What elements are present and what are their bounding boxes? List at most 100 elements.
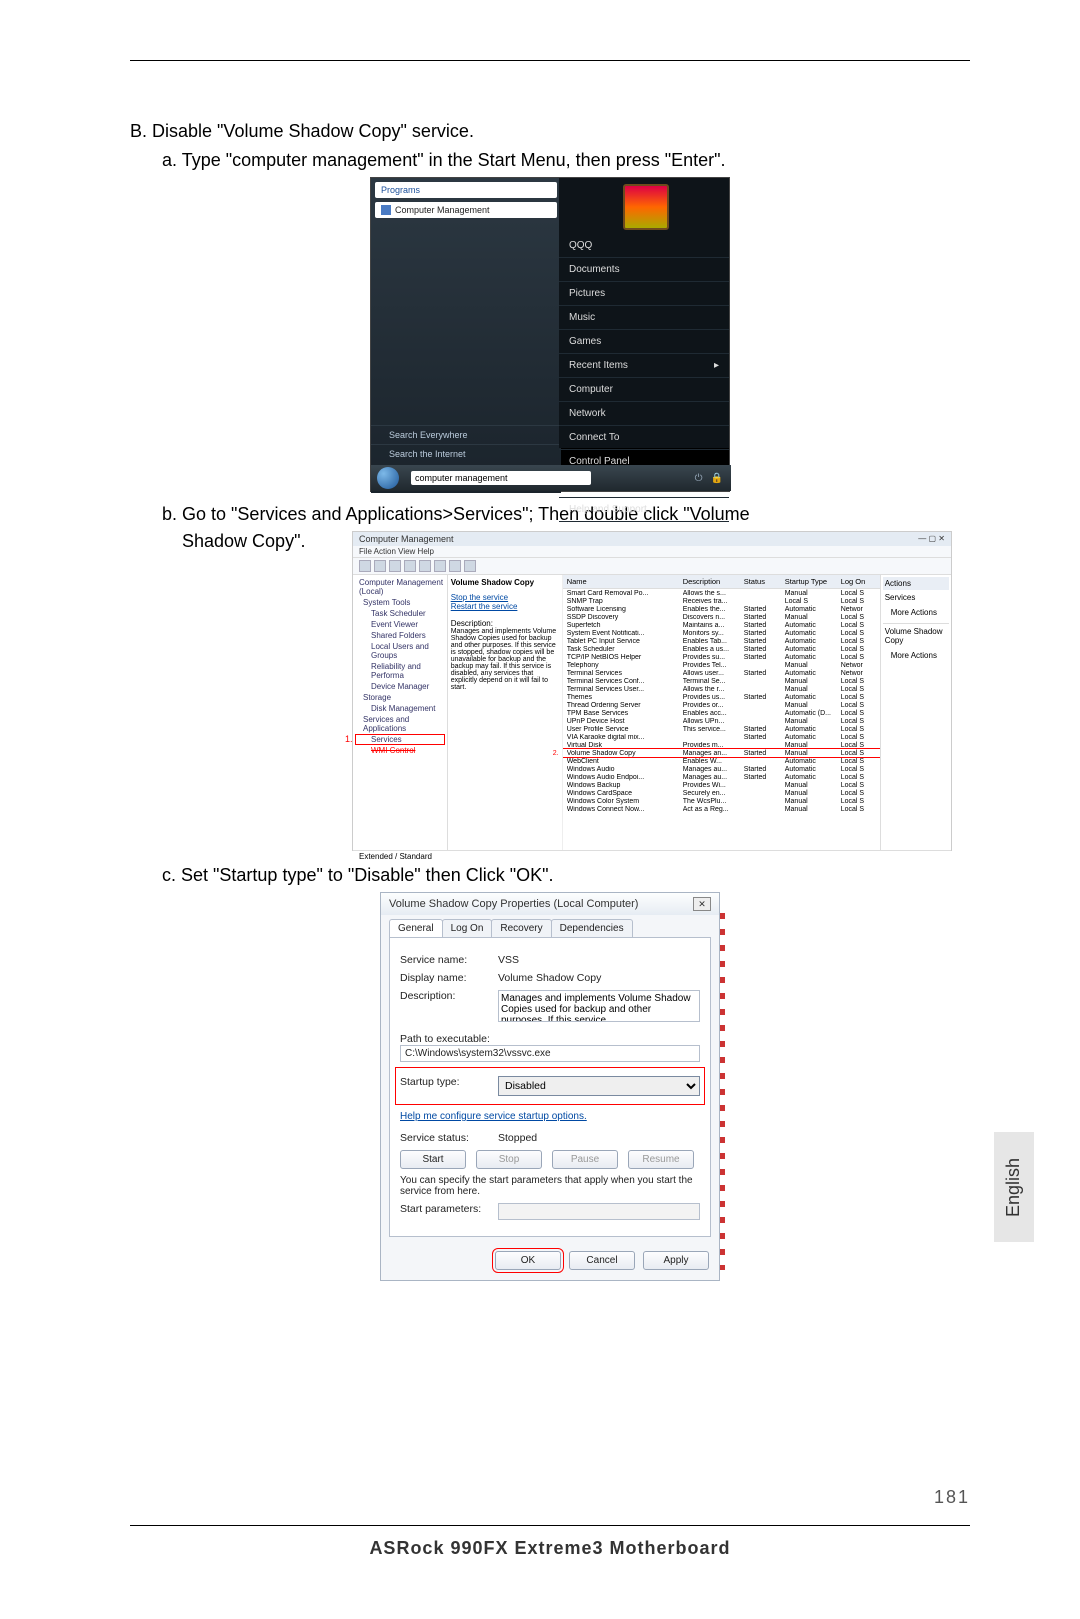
actions-item[interactable]: Services bbox=[883, 590, 949, 605]
footer-title: ASRock 990FX Extreme3 Motherboard bbox=[130, 1538, 970, 1559]
service-row[interactable]: User Profile ServiceThis service...Start… bbox=[563, 725, 880, 733]
tree-item[interactable]: Event Viewer bbox=[355, 619, 445, 630]
start-orb-icon[interactable] bbox=[377, 467, 399, 489]
cm-toolbar[interactable] bbox=[353, 558, 951, 575]
tree-item[interactable]: Device Manager bbox=[355, 681, 445, 692]
services-header[interactable]: Name Description Status Startup Type Log… bbox=[563, 575, 880, 589]
service-row[interactable]: Windows AudioManages au...StartedAutomat… bbox=[563, 765, 880, 773]
service-row[interactable]: Thread Ordering ServerProvides or...Manu… bbox=[563, 701, 880, 709]
service-row[interactable]: UPnP Device HostAllows UPn...ManualLocal… bbox=[563, 717, 880, 725]
right-item[interactable]: Music bbox=[559, 306, 729, 330]
cm-tree[interactable]: Computer Management (Local) System Tools… bbox=[353, 575, 448, 850]
stop-service-link[interactable]: Stop the service bbox=[451, 593, 559, 602]
right-item[interactable]: Computer bbox=[559, 378, 729, 402]
tree-services[interactable]: Services bbox=[371, 735, 402, 744]
stop-button: Stop bbox=[476, 1150, 542, 1169]
tab-dependencies[interactable]: Dependencies bbox=[551, 919, 633, 937]
tree-item[interactable]: Local Users and Groups bbox=[355, 641, 445, 661]
tree-item[interactable]: Storage bbox=[355, 692, 445, 703]
tree-item[interactable]: Disk Management bbox=[355, 703, 445, 714]
service-row[interactable]: SNMP TrapReceives tra...Local SLocal S bbox=[563, 597, 880, 605]
power-icon[interactable]: ⏻ bbox=[695, 473, 703, 484]
service-row[interactable]: Windows Color SystemThe WcsPlu...ManualL… bbox=[563, 797, 880, 805]
computer-management-icon bbox=[381, 205, 391, 215]
service-row[interactable]: Virtual DiskProvides m...ManualLocal S bbox=[563, 741, 880, 749]
service-row[interactable]: Smart Card Removal Po...Allows the s...M… bbox=[563, 589, 880, 597]
cm-menubar[interactable]: File Action View Help bbox=[353, 546, 951, 558]
chevron-right-icon: ▸ bbox=[714, 360, 719, 371]
service-row[interactable]: Windows Connect Now...Act as a Reg...Man… bbox=[563, 805, 880, 813]
close-icon[interactable]: ✕ bbox=[693, 897, 711, 911]
tab-recovery[interactable]: Recovery bbox=[491, 919, 551, 937]
service-row[interactable]: TPM Base ServicesEnables acc...Automatic… bbox=[563, 709, 880, 717]
display-name-label: Display name: bbox=[400, 972, 490, 984]
service-row[interactable]: ThemesProvides us...StartedAutomaticLoca… bbox=[563, 693, 880, 701]
right-item[interactable]: Recent Items bbox=[569, 360, 628, 371]
tree-item[interactable]: Services and Applications bbox=[363, 715, 409, 733]
window-controls[interactable]: — ▢ ✕ bbox=[918, 534, 945, 544]
service-row[interactable]: SSDP DiscoveryDiscovers n...StartedManua… bbox=[563, 613, 880, 621]
start-button[interactable]: Start bbox=[400, 1150, 466, 1169]
cm-tabstrip[interactable]: Extended / Standard bbox=[353, 850, 951, 862]
tab-general[interactable]: General bbox=[389, 919, 443, 937]
right-item[interactable]: QQQ bbox=[559, 234, 729, 258]
status-label: Service status: bbox=[400, 1132, 490, 1144]
cm-title: Computer Management bbox=[359, 534, 454, 544]
annotation-stripes bbox=[720, 913, 725, 1270]
services-list[interactable]: Smart Card Removal Po...Allows the s...M… bbox=[563, 589, 880, 813]
right-item[interactable]: Help and Support bbox=[559, 498, 729, 522]
service-row[interactable]: TCP/IP NetBIOS HelperProvides su...Start… bbox=[563, 653, 880, 661]
col-desc: Description bbox=[683, 577, 738, 586]
service-row[interactable]: Terminal ServicesAllows user...StartedAu… bbox=[563, 669, 880, 677]
tree-item[interactable]: System Tools bbox=[355, 597, 445, 608]
cancel-button[interactable]: Cancel bbox=[569, 1251, 635, 1270]
service-row[interactable]: VIA Karaoke digital mix...StartedAutomat… bbox=[563, 733, 880, 741]
callout-1: 1. bbox=[345, 734, 353, 744]
path-value: C:\Windows\system32\vssvc.exe bbox=[400, 1045, 700, 1062]
start-menu-screenshot: Programs Computer Management Search Ever… bbox=[370, 177, 730, 492]
right-item[interactable]: Documents bbox=[559, 258, 729, 282]
search-internet[interactable]: Search the Internet bbox=[389, 449, 466, 459]
actions-item[interactable]: More Actions bbox=[883, 648, 949, 663]
search-everywhere[interactable]: Search Everywhere bbox=[389, 430, 468, 440]
description-text[interactable]: Manages and implements Volume Shadow Cop… bbox=[498, 990, 700, 1022]
right-item[interactable]: Connect To bbox=[559, 426, 729, 450]
service-row[interactable]: Tablet PC Input ServiceEnables Tab...Sta… bbox=[563, 637, 880, 645]
service-row[interactable]: Terminal Services Conf...Terminal Se...M… bbox=[563, 677, 880, 685]
tree-item[interactable]: Reliability and Performa bbox=[355, 661, 445, 681]
tree-item[interactable]: Shared Folders bbox=[355, 630, 445, 641]
col-status: Status bbox=[744, 577, 779, 586]
service-row[interactable]: WebClientEnables W...AutomaticLocal S bbox=[563, 757, 880, 765]
right-item[interactable]: Games bbox=[559, 330, 729, 354]
service-row[interactable]: Windows CardSpaceSecurely en...ManualLoc… bbox=[563, 789, 880, 797]
step-b-cont: Shadow Copy". bbox=[182, 531, 352, 845]
tab-logon[interactable]: Log On bbox=[442, 919, 493, 937]
service-row[interactable]: Task SchedulerEnables a us...StartedAuto… bbox=[563, 645, 880, 653]
service-row[interactable]: Software LicensingEnables the...StartedA… bbox=[563, 605, 880, 613]
restart-service-link[interactable]: Restart the service bbox=[451, 602, 559, 611]
service-row[interactable]: SuperfetchMaintains a...StartedAutomatic… bbox=[563, 621, 880, 629]
start-search-input[interactable] bbox=[411, 471, 591, 485]
lock-icon[interactable]: 🔒 bbox=[711, 473, 723, 484]
service-row[interactable]: Terminal Services User...Allows the r...… bbox=[563, 685, 880, 693]
status-value: Stopped bbox=[498, 1132, 700, 1144]
service-row[interactable]: Windows Audio Endpoi...Manages au...Star… bbox=[563, 773, 880, 781]
help-link[interactable]: Help me configure service startup option… bbox=[400, 1111, 587, 1122]
tree-root[interactable]: Computer Management (Local) bbox=[355, 577, 445, 597]
startup-type-select[interactable]: Disabled bbox=[498, 1076, 700, 1096]
computer-management-screenshot: Computer Management — ▢ ✕ File Action Vi… bbox=[352, 531, 952, 851]
right-item[interactable]: Network bbox=[559, 402, 729, 426]
service-row[interactable]: Windows BackupProvides Wi...ManualLocal … bbox=[563, 781, 880, 789]
step-c: c. Set "Startup type" to "Disable" then … bbox=[162, 865, 970, 886]
ok-button[interactable]: OK bbox=[495, 1251, 561, 1270]
right-item[interactable]: Pictures bbox=[559, 282, 729, 306]
actions-item[interactable]: More Actions bbox=[883, 605, 949, 623]
apply-button[interactable]: Apply bbox=[643, 1251, 709, 1270]
program-item[interactable]: Computer Management bbox=[395, 205, 490, 215]
service-row[interactable]: 2.Volume Shadow CopyManages an...Started… bbox=[563, 749, 880, 757]
tree-item[interactable]: WMI Control bbox=[355, 745, 445, 756]
service-row[interactable]: TelephonyProvides Tel...ManualNetwor bbox=[563, 661, 880, 669]
actions-item[interactable]: Volume Shadow Copy bbox=[883, 623, 949, 648]
service-row[interactable]: System Event Notificati...Monitors sy...… bbox=[563, 629, 880, 637]
tree-item[interactable]: Task Scheduler bbox=[355, 608, 445, 619]
